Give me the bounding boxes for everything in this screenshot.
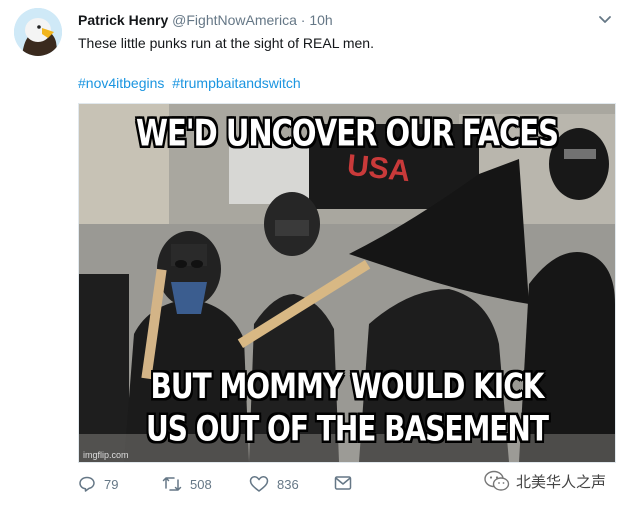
envelope-icon bbox=[334, 476, 352, 490]
wechat-account-label: 北美华人之声 bbox=[516, 473, 607, 491]
author-name[interactable]: Patrick Henry bbox=[78, 12, 168, 28]
hashtag-link[interactable]: #trumpbaitandswitch bbox=[172, 75, 300, 91]
hashtag-link[interactable]: #nov4itbegins bbox=[78, 75, 164, 91]
chevron-down-icon[interactable] bbox=[597, 12, 613, 28]
hashtag-list: #nov4itbegins #trumpbaitandswitch bbox=[78, 75, 305, 91]
meme-bottom-caption: BUT MOMMY WOULD KICK US OUT OF THE BASEM… bbox=[79, 366, 615, 451]
like-count: 836 bbox=[277, 476, 299, 492]
retweet-icon bbox=[162, 477, 182, 491]
author-handle[interactable]: @FightNowAmerica bbox=[172, 12, 297, 28]
reply-icon bbox=[79, 476, 95, 492]
tweet-header: Patrick Henry @FightNowAmerica · 10h bbox=[78, 12, 333, 28]
heart-icon bbox=[249, 476, 269, 492]
tweet-text: These little punks run at the sight of R… bbox=[78, 35, 374, 51]
like-button[interactable]: 836 bbox=[249, 475, 299, 493]
eagle-icon bbox=[14, 8, 62, 56]
meme-bottom-caption-line: US OUT OF THE BASEMENT bbox=[146, 408, 549, 450]
reply-button[interactable]: 79 bbox=[78, 475, 118, 493]
tweet-timestamp[interactable]: 10h bbox=[309, 12, 332, 28]
meme-bottom-caption-line: BUT MOMMY WOULD KICK bbox=[150, 365, 545, 407]
author-avatar[interactable] bbox=[14, 8, 62, 56]
reply-count: 79 bbox=[104, 476, 119, 492]
retweet-count: 508 bbox=[190, 476, 212, 492]
wechat-watermark: 北美华人之声 bbox=[484, 470, 606, 492]
retweet-button[interactable]: 508 bbox=[162, 475, 212, 493]
wechat-icon bbox=[484, 470, 510, 491]
banner-sign-text: USA bbox=[345, 148, 412, 189]
tweet-media-image[interactable]: USA WE'D UNCOVER OUR FACES BUT MOMMY WOU… bbox=[78, 103, 616, 463]
direct-message-button[interactable] bbox=[334, 475, 360, 491]
imgflip-watermark: imgflip.com bbox=[83, 450, 129, 460]
separator-dot: · bbox=[300, 12, 306, 28]
meme-top-caption: WE'D UNCOVER OUR FACES bbox=[135, 111, 559, 155]
tweet: Patrick Henry @FightNowAmerica · 10h The… bbox=[0, 0, 628, 507]
